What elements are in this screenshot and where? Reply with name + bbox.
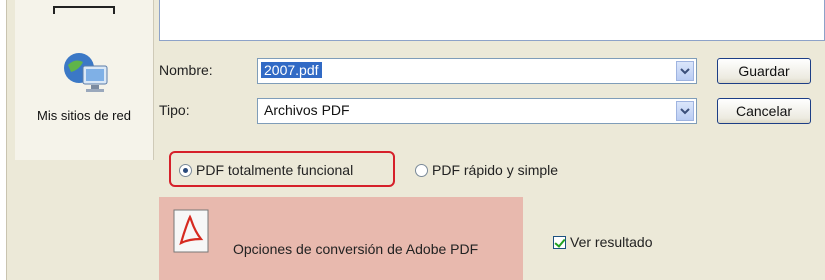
save-button[interactable]: Guardar [717, 58, 811, 84]
file-name-value: 2007.pdf [261, 62, 322, 78]
radio-full-pdf[interactable]: PDF totalmente funcional [179, 162, 353, 178]
file-list-area[interactable] [159, 0, 825, 41]
file-type-select[interactable]: Archivos PDF [257, 98, 697, 124]
conversion-options-label: Opciones de conversión de Adobe PDF [233, 241, 479, 257]
radio-fast-pdf[interactable]: PDF rápido y simple [415, 162, 558, 178]
file-name-label: Nombre: [159, 62, 213, 78]
save-dialog: Mis sitios de red Nombre: 2007.pdf Tipo:… [6, 0, 825, 280]
radio-unselected-icon[interactable] [415, 163, 428, 177]
places-item-partial [53, 6, 115, 14]
cancel-button[interactable]: Cancelar [717, 98, 811, 124]
adobe-pdf-icon[interactable] [173, 209, 209, 253]
chevron-down-icon[interactable] [676, 101, 694, 121]
radio-full-pdf-label: PDF totalmente funcional [196, 162, 354, 178]
file-type-label: Tipo: [159, 102, 190, 118]
places-bar: Mis sitios de red [15, 0, 154, 160]
chevron-down-icon[interactable] [676, 61, 694, 81]
radio-selected-icon[interactable] [179, 163, 192, 177]
view-result-checkbox[interactable]: Ver resultado [553, 234, 653, 250]
radio-fast-pdf-label: PDF rápido y simple [432, 162, 559, 178]
checkbox-checked-icon[interactable] [553, 235, 566, 249]
view-result-label: Ver resultado [570, 234, 653, 250]
file-name-input[interactable]: 2007.pdf [257, 58, 697, 84]
network-places-icon[interactable] [59, 48, 111, 100]
network-places-label[interactable]: Mis sitios de red [15, 108, 153, 123]
file-type-value: Archivos PDF [264, 102, 350, 118]
conversion-options-panel[interactable]: Opciones de conversión de Adobe PDF [159, 197, 523, 280]
